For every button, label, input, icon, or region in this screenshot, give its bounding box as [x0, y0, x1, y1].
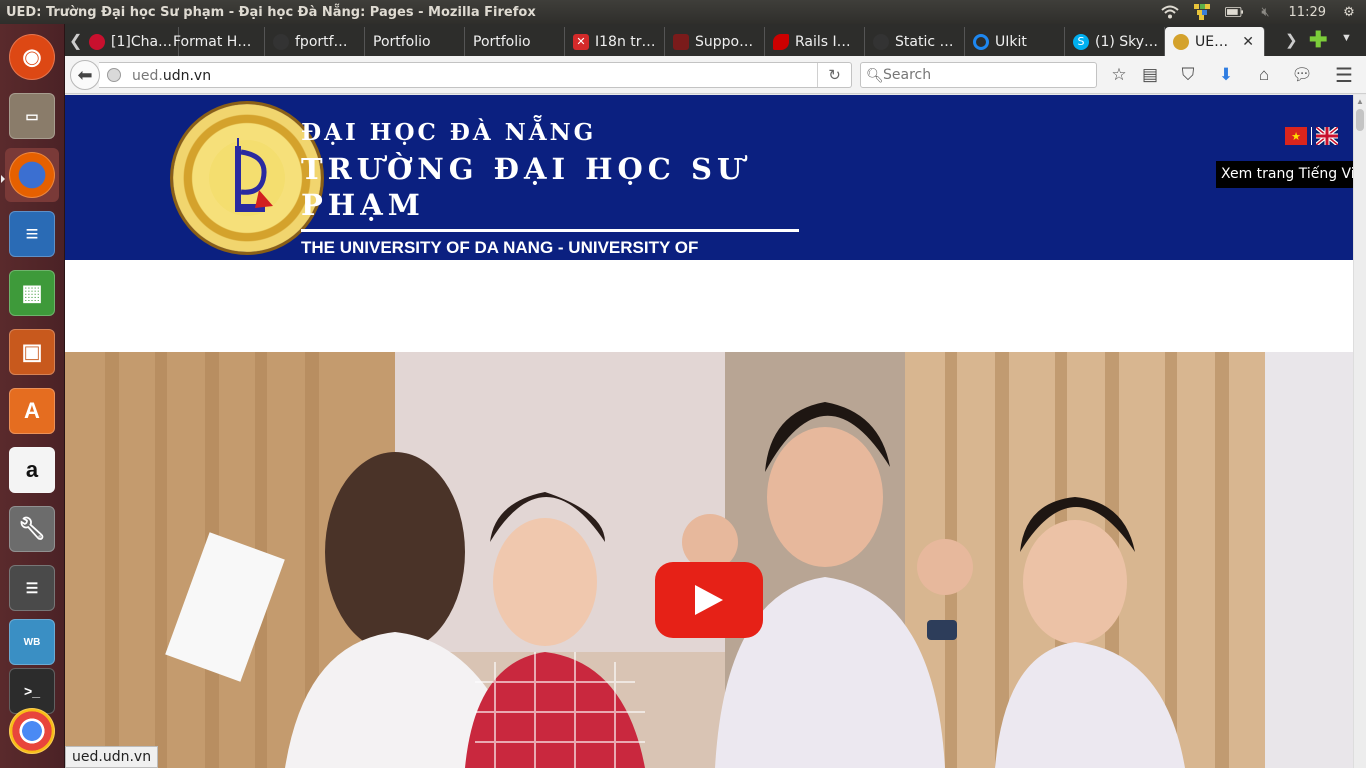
- firefox-window: ❮ [1]Cha… Format H… fportf… Portfolio Po…: [65, 24, 1366, 768]
- url-text[interactable]: ued.udn.vn: [132, 68, 211, 84]
- libreoffice-impress-icon[interactable]: ▣: [5, 325, 59, 379]
- tab-label: Rails I…: [795, 33, 851, 50]
- battery-icon[interactable]: [1224, 4, 1243, 20]
- libreoffice-calc-icon[interactable]: ▦: [5, 266, 59, 320]
- uk-flag-icon[interactable]: [1316, 127, 1338, 145]
- header-english-name: THE UNIVERSITY OF DA NANG - UNIVERSITY O…: [301, 238, 699, 257]
- system-settings-icon[interactable]: 🔧︎: [5, 502, 59, 556]
- web-page: ĐẠI HỌC ĐÀ NẴNG TRƯỜNG ĐẠI HỌC SƯ PHẠM T…: [65, 95, 1353, 768]
- top-panel: UED: Trường Đại học Sư phạm - Đại học Đà…: [0, 0, 1366, 24]
- software-center-icon[interactable]: A: [5, 384, 59, 438]
- header-college-name: TRƯỜNG ĐẠI HỌC SƯ PHẠM: [301, 152, 748, 222]
- site-header: ĐẠI HỌC ĐÀ NẴNG TRƯỜNG ĐẠI HỌC SƯ PHẠM T…: [65, 95, 1353, 260]
- navigation-toolbar: ued.udn.vn ↻ ⬅ 🔍︎ ☆ ▤ ⛉ ⬇ ⌂ 💬︎ ☰: [65, 56, 1366, 94]
- new-tab-icon[interactable]: ✚: [1309, 27, 1327, 53]
- tab-label: Portfolio: [473, 33, 531, 50]
- ued-icon: [1173, 33, 1189, 50]
- header-divider: [301, 229, 799, 232]
- tab-skype[interactable]: S (1) Sky…: [1065, 27, 1165, 56]
- downloads-icon[interactable]: ⬇: [1213, 62, 1239, 88]
- menu-hamburger-icon[interactable]: ☰: [1331, 62, 1357, 88]
- list-all-tabs-icon[interactable]: ▼: [1341, 32, 1352, 44]
- amazon-icon[interactable]: a: [5, 443, 59, 497]
- keyboard-layout-icon[interactable]: [1193, 4, 1211, 20]
- zendesk-icon: [673, 33, 689, 50]
- tab-uikit[interactable]: UIkit: [965, 27, 1065, 56]
- tab-label: Static …: [895, 33, 954, 50]
- mysql-workbench-icon[interactable]: WB: [5, 615, 59, 669]
- reading-list-icon[interactable]: ▤: [1137, 62, 1163, 88]
- youtube-play-button[interactable]: [655, 562, 763, 638]
- reddit-icon: [89, 33, 105, 50]
- tab-label: [1]Cha…: [111, 33, 173, 50]
- tab-rails[interactable]: Rails I…: [765, 27, 865, 56]
- bookmark-star-icon[interactable]: ☆: [1106, 62, 1132, 88]
- pocket-icon[interactable]: ⛉: [1175, 62, 1201, 88]
- tab-format[interactable]: Format H…: [165, 27, 265, 56]
- tab-strip: ❮ [1]Cha… Format H… fportf… Portfolio Po…: [65, 24, 1366, 56]
- chrome-icon[interactable]: [5, 704, 59, 758]
- tab-i18n[interactable]: ✕ I18n tr…: [565, 27, 665, 56]
- scrollbar-thumb[interactable]: [1356, 109, 1364, 131]
- uikit-icon: [973, 33, 989, 50]
- tab-label: (1) Sky…: [1095, 33, 1159, 50]
- rails-icon: [773, 33, 789, 50]
- tab-support[interactable]: Suppo…: [665, 27, 765, 56]
- hero-video-thumbnail[interactable]: [65, 352, 1353, 768]
- url-bar[interactable]: ued.udn.vn ↻: [99, 62, 852, 88]
- tab-ued-active[interactable]: UE… ✕: [1165, 27, 1265, 56]
- x-red-icon: ✕: [573, 33, 589, 50]
- students-photo: [65, 352, 1353, 768]
- search-bar[interactable]: 🔍︎: [860, 62, 1097, 88]
- ubuntu-dash-icon[interactable]: ◉: [5, 30, 59, 84]
- libreoffice-writer-icon[interactable]: ≡: [5, 207, 59, 261]
- logo-emblem-icon: [209, 138, 285, 216]
- play-icon: [695, 585, 723, 615]
- volume-muted-icon[interactable]: 🔇︎: [1257, 4, 1275, 20]
- tab-portfolio-1[interactable]: Portfolio: [365, 27, 465, 56]
- language-tooltip: Xem trang Tiếng Việt: [1216, 161, 1353, 188]
- settings-gear-icon[interactable]: ⚙: [1340, 4, 1358, 20]
- globe-icon[interactable]: [107, 68, 121, 82]
- tab-portfolio-2[interactable]: Portfolio: [465, 27, 565, 56]
- tab-label: UE…: [1195, 33, 1229, 50]
- status-bar-url: ued.udn.vn: [65, 746, 159, 768]
- indicator-area: 🔇︎ 11:29 ⚙: [1160, 0, 1358, 24]
- workspace-switcher-icon[interactable]: ☰: [5, 561, 59, 615]
- github-icon: [873, 33, 889, 50]
- tab-label: Format H…: [173, 33, 252, 50]
- tab-label: Portfolio: [373, 33, 431, 50]
- header-university-name: ĐẠI HỌC ĐÀ NẴNG: [301, 119, 597, 146]
- search-icon: 🔍︎: [866, 67, 884, 83]
- github-icon: [273, 33, 289, 50]
- back-arrow-icon: ⬅: [77, 64, 93, 85]
- home-icon[interactable]: ⌂: [1251, 62, 1277, 88]
- vietnam-flag-icon[interactable]: ★: [1285, 127, 1307, 145]
- search-input[interactable]: [883, 65, 1083, 85]
- tab-label: Suppo…: [695, 33, 754, 50]
- tab-scroll-right-icon[interactable]: ❯: [1285, 31, 1298, 49]
- skype-icon: S: [1073, 33, 1089, 50]
- window-title: UED: Trường Đại học Sư phạm - Đại học Đà…: [6, 4, 536, 20]
- university-logo[interactable]: [173, 104, 321, 252]
- launcher: ◉ ▭ ≡ ▦ ▣ A a 🔧︎ ☰ WB >_: [0, 24, 65, 768]
- page-scrollbar[interactable]: ▲: [1353, 95, 1366, 768]
- chat-icon[interactable]: 💬︎: [1289, 62, 1315, 88]
- reload-icon[interactable]: ↻: [817, 63, 851, 87]
- clock[interactable]: 11:29: [1289, 5, 1326, 20]
- flag-separator: [1311, 127, 1312, 145]
- wifi-icon[interactable]: [1160, 4, 1179, 20]
- close-tab-icon[interactable]: ✕: [1242, 34, 1254, 50]
- tab-label: UIkit: [995, 33, 1027, 50]
- files-icon[interactable]: ▭: [5, 89, 59, 143]
- back-button[interactable]: ⬅: [70, 60, 100, 90]
- tab-label: I18n tr…: [595, 33, 656, 50]
- scroll-up-icon[interactable]: ▲: [1356, 97, 1364, 106]
- firefox-icon[interactable]: [5, 148, 59, 202]
- tab-static[interactable]: Static …: [865, 27, 965, 56]
- tab-label: fportf…: [295, 33, 348, 50]
- tab-fportfolio[interactable]: fportf…: [265, 27, 365, 56]
